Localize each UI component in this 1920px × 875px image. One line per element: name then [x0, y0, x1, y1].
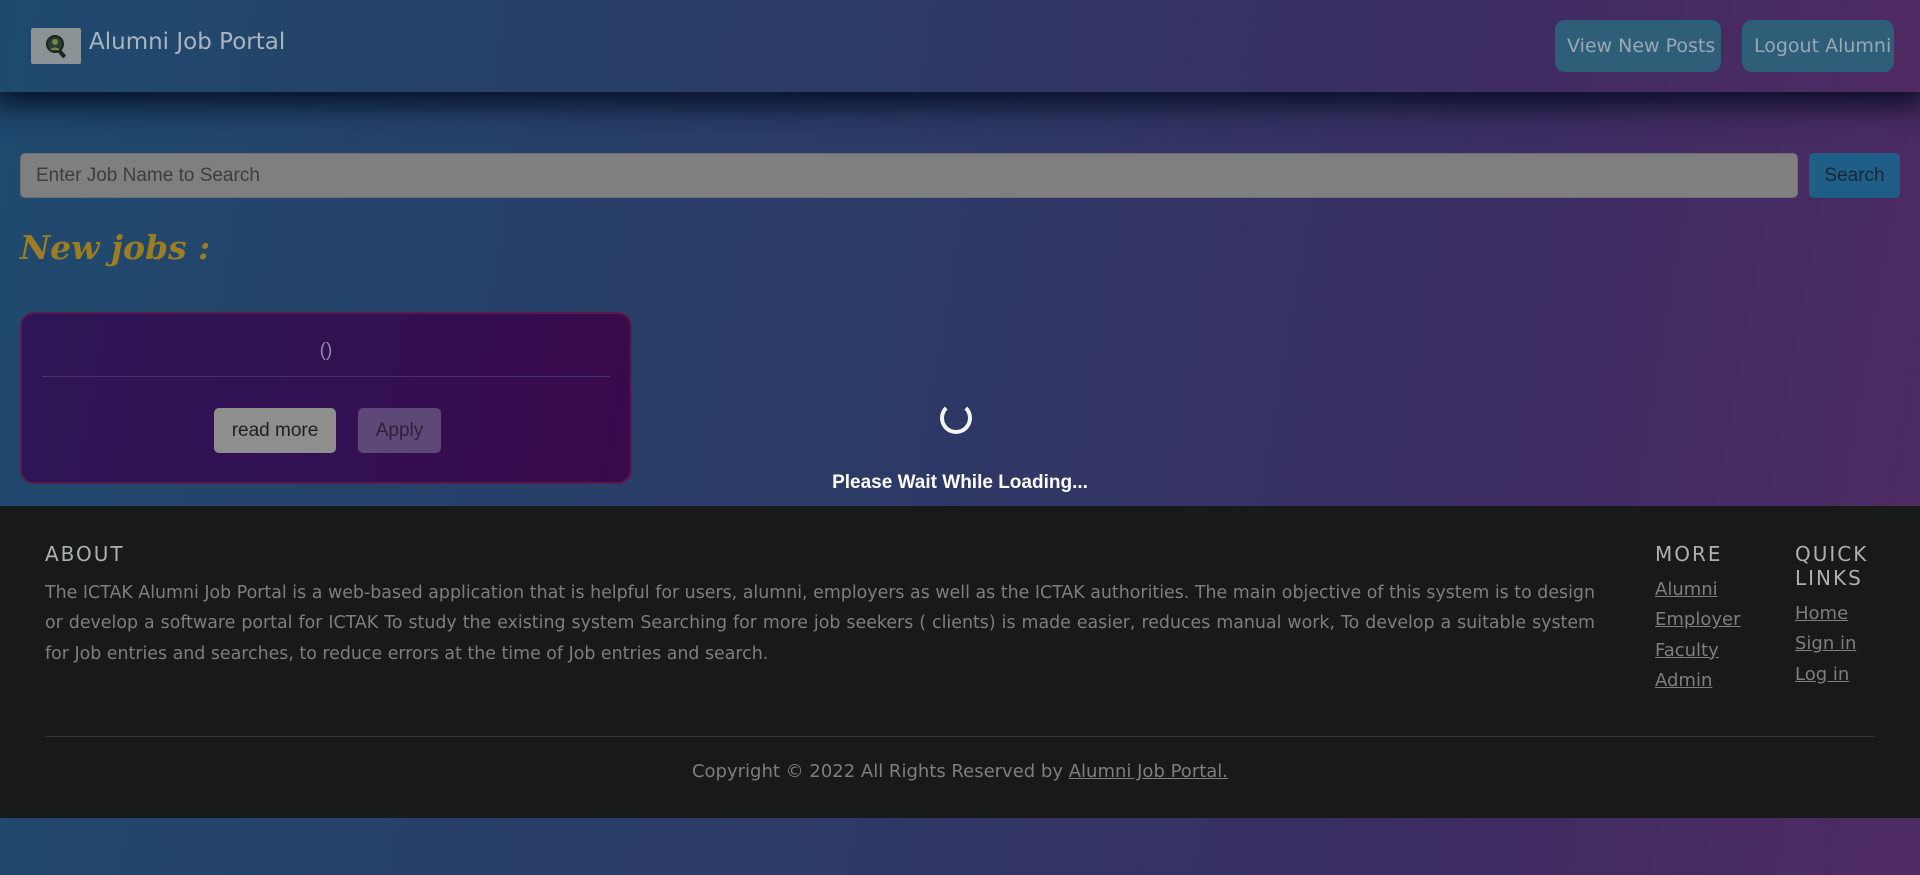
more-links-list: Alumni Employer Faculty Admin: [1655, 579, 1740, 700]
job-search-input[interactable]: [20, 153, 1798, 198]
search-button[interactable]: Search: [1809, 153, 1900, 198]
footer-link-home[interactable]: Home: [1795, 603, 1848, 624]
about-heading: ABOUT: [45, 542, 125, 566]
footer-divider: [45, 736, 1875, 737]
quick-links-list: Home Sign in Log in: [1795, 603, 1856, 694]
site-footer: ABOUT The ICTAK Alumni Job Portal is a w…: [0, 506, 1920, 818]
top-navbar: Alumni Job Portal View New Posts Logout …: [0, 0, 1920, 92]
footer-link-sign-in[interactable]: Sign in: [1795, 633, 1856, 654]
search-magnifier-logo-icon: [46, 35, 67, 59]
copyright-portal-link[interactable]: Alumni Job Portal.: [1069, 761, 1228, 782]
new-jobs-heading: New jobs :: [20, 228, 211, 267]
footer-link-employer[interactable]: Employer: [1655, 609, 1740, 630]
loading-spinner-icon: [940, 402, 972, 434]
logout-button[interactable]: Logout Alumni: [1742, 20, 1894, 72]
footer-link-faculty[interactable]: Faculty: [1655, 640, 1719, 661]
footer-link-admin[interactable]: Admin: [1655, 670, 1712, 691]
read-more-button[interactable]: read more: [214, 408, 336, 453]
more-heading: MORE: [1655, 542, 1723, 566]
view-new-posts-button[interactable]: View New Posts: [1555, 20, 1721, 72]
quick-links-heading: QUICK LINKS: [1795, 542, 1869, 590]
copyright-prefix: Copyright © 2022 All Rights Reserved by: [691, 761, 1069, 782]
brand-title[interactable]: Alumni Job Portal: [89, 29, 285, 55]
copyright-text: Copyright © 2022 All Rights Reserved by …: [0, 761, 1920, 782]
job-title: (): [319, 340, 333, 361]
card-divider: [42, 376, 610, 377]
loading-message: Please Wait While Loading...: [832, 472, 1088, 493]
job-card: () read more Apply: [20, 312, 632, 484]
footer-link-log-in[interactable]: Log in: [1795, 664, 1849, 685]
brand-logo[interactable]: [31, 28, 81, 64]
apply-button[interactable]: Apply: [358, 408, 441, 453]
about-description: The ICTAK Alumni Job Portal is a web-bas…: [45, 583, 1595, 664]
footer-link-alumni[interactable]: Alumni: [1655, 579, 1718, 600]
